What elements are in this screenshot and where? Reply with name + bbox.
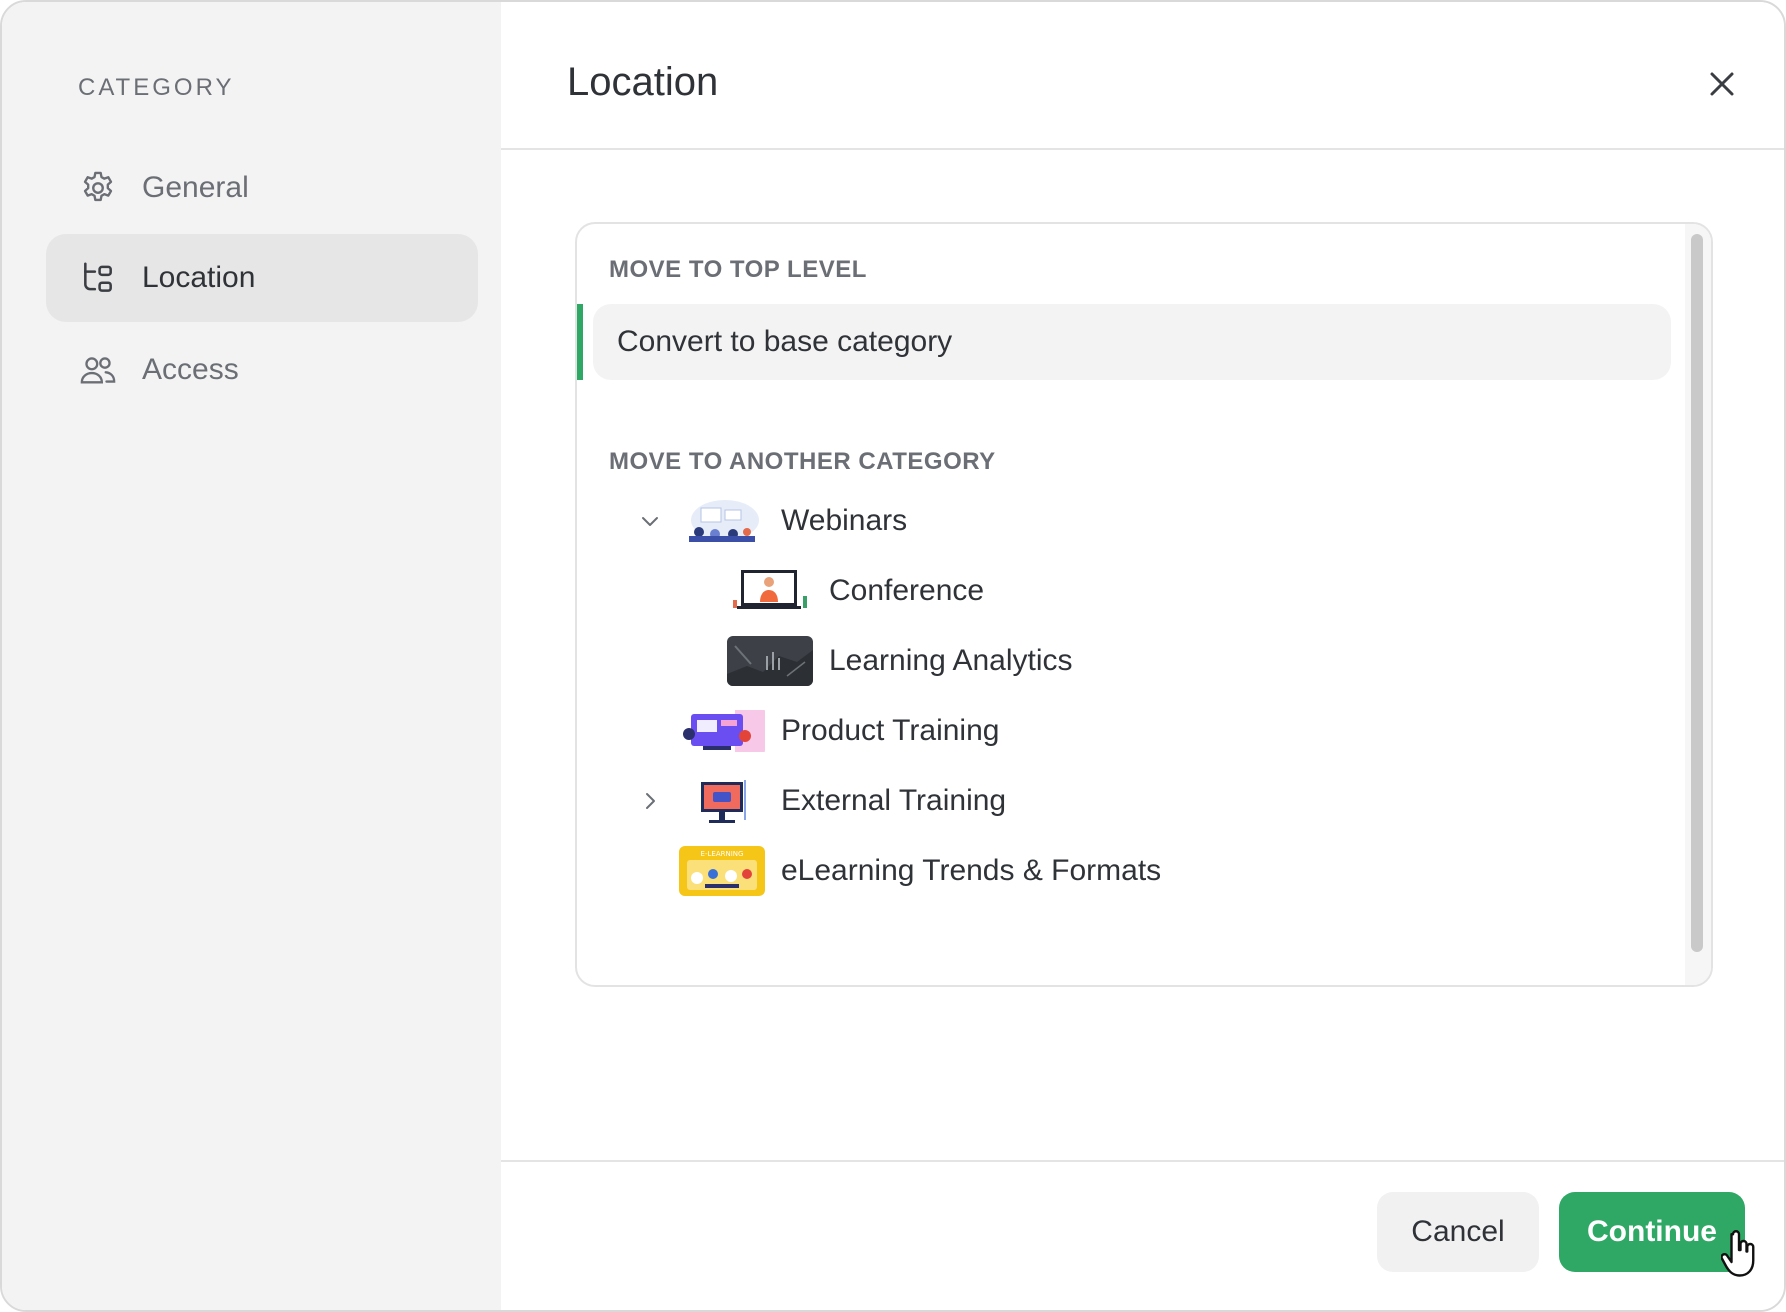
tree-item-label: Learning Analytics [829,644,1073,677]
tree-item-external-training[interactable]: External Training [635,766,1006,836]
continue-button[interactable]: Continue [1559,1192,1745,1272]
gear-icon [78,168,118,208]
tree-item-label: Product Training [781,714,1000,747]
header-divider [501,148,1784,150]
sidebar-item-location[interactable]: Location [46,234,478,322]
sidebar-item-access[interactable]: Access [46,326,478,414]
tree-item-label: External Training [781,784,1007,817]
category-dialog: CATEGORY General Location Access Locatio… [0,0,1786,1312]
sidebar: CATEGORY General Location Access [2,2,501,1310]
tree-item-elearning-trends[interactable]: E-LEARNING eLearning Trends & Formats [679,836,1161,906]
tree-item-label: Conference [829,574,985,607]
external-training-thumbnail [679,776,765,826]
hand-pointer-icon [1721,1230,1755,1277]
convert-to-base-option[interactable]: Convert to base category [593,304,1671,380]
tree-item-label: Webinars [781,504,908,537]
users-icon [78,350,118,390]
chevron-down-icon[interactable] [635,506,665,536]
top-level-label: MOVE TO TOP LEVEL [609,256,867,283]
sidebar-item-general[interactable]: General [46,144,478,232]
close-button[interactable] [1700,62,1744,106]
selected-indicator [577,304,583,380]
page-title: Location [567,60,719,104]
learning-analytics-thumbnail [727,636,813,686]
product-training-thumbnail [679,706,765,756]
cancel-button[interactable]: Cancel [1377,1192,1539,1272]
sidebar-item-label: Location [142,261,256,294]
sidebar-heading: CATEGORY [78,74,235,101]
close-icon [1710,72,1734,96]
webinars-thumbnail [679,496,765,546]
tree-item-label: eLearning Trends & Formats [781,854,1162,887]
another-category-label: MOVE TO ANOTHER CATEGORY [609,448,996,475]
chevron-right-icon[interactable] [635,786,665,816]
tree-item-webinars[interactable]: Webinars [635,486,907,556]
conference-thumbnail [727,566,813,616]
tree-item-conference[interactable]: Conference [727,556,984,626]
footer-divider [501,1160,1784,1162]
tree-item-product-training[interactable]: Product Training [679,696,999,766]
svg-text:E-LEARNING: E-LEARNING [701,850,744,858]
elearning-trends-thumbnail: E-LEARNING [679,846,765,896]
tree-structure-icon [78,258,118,298]
scrollbar-thumb[interactable] [1691,234,1703,952]
scrollbar[interactable] [1685,224,1711,985]
main-content: Location MOVE TO TOP LEVEL Convert to ba… [501,2,1784,1310]
tree-item-learning-analytics[interactable]: Learning Analytics [727,626,1073,696]
location-picker: MOVE TO TOP LEVEL Convert to base catego… [575,222,1713,987]
sidebar-item-label: General [142,171,249,204]
sidebar-item-label: Access [142,353,239,386]
